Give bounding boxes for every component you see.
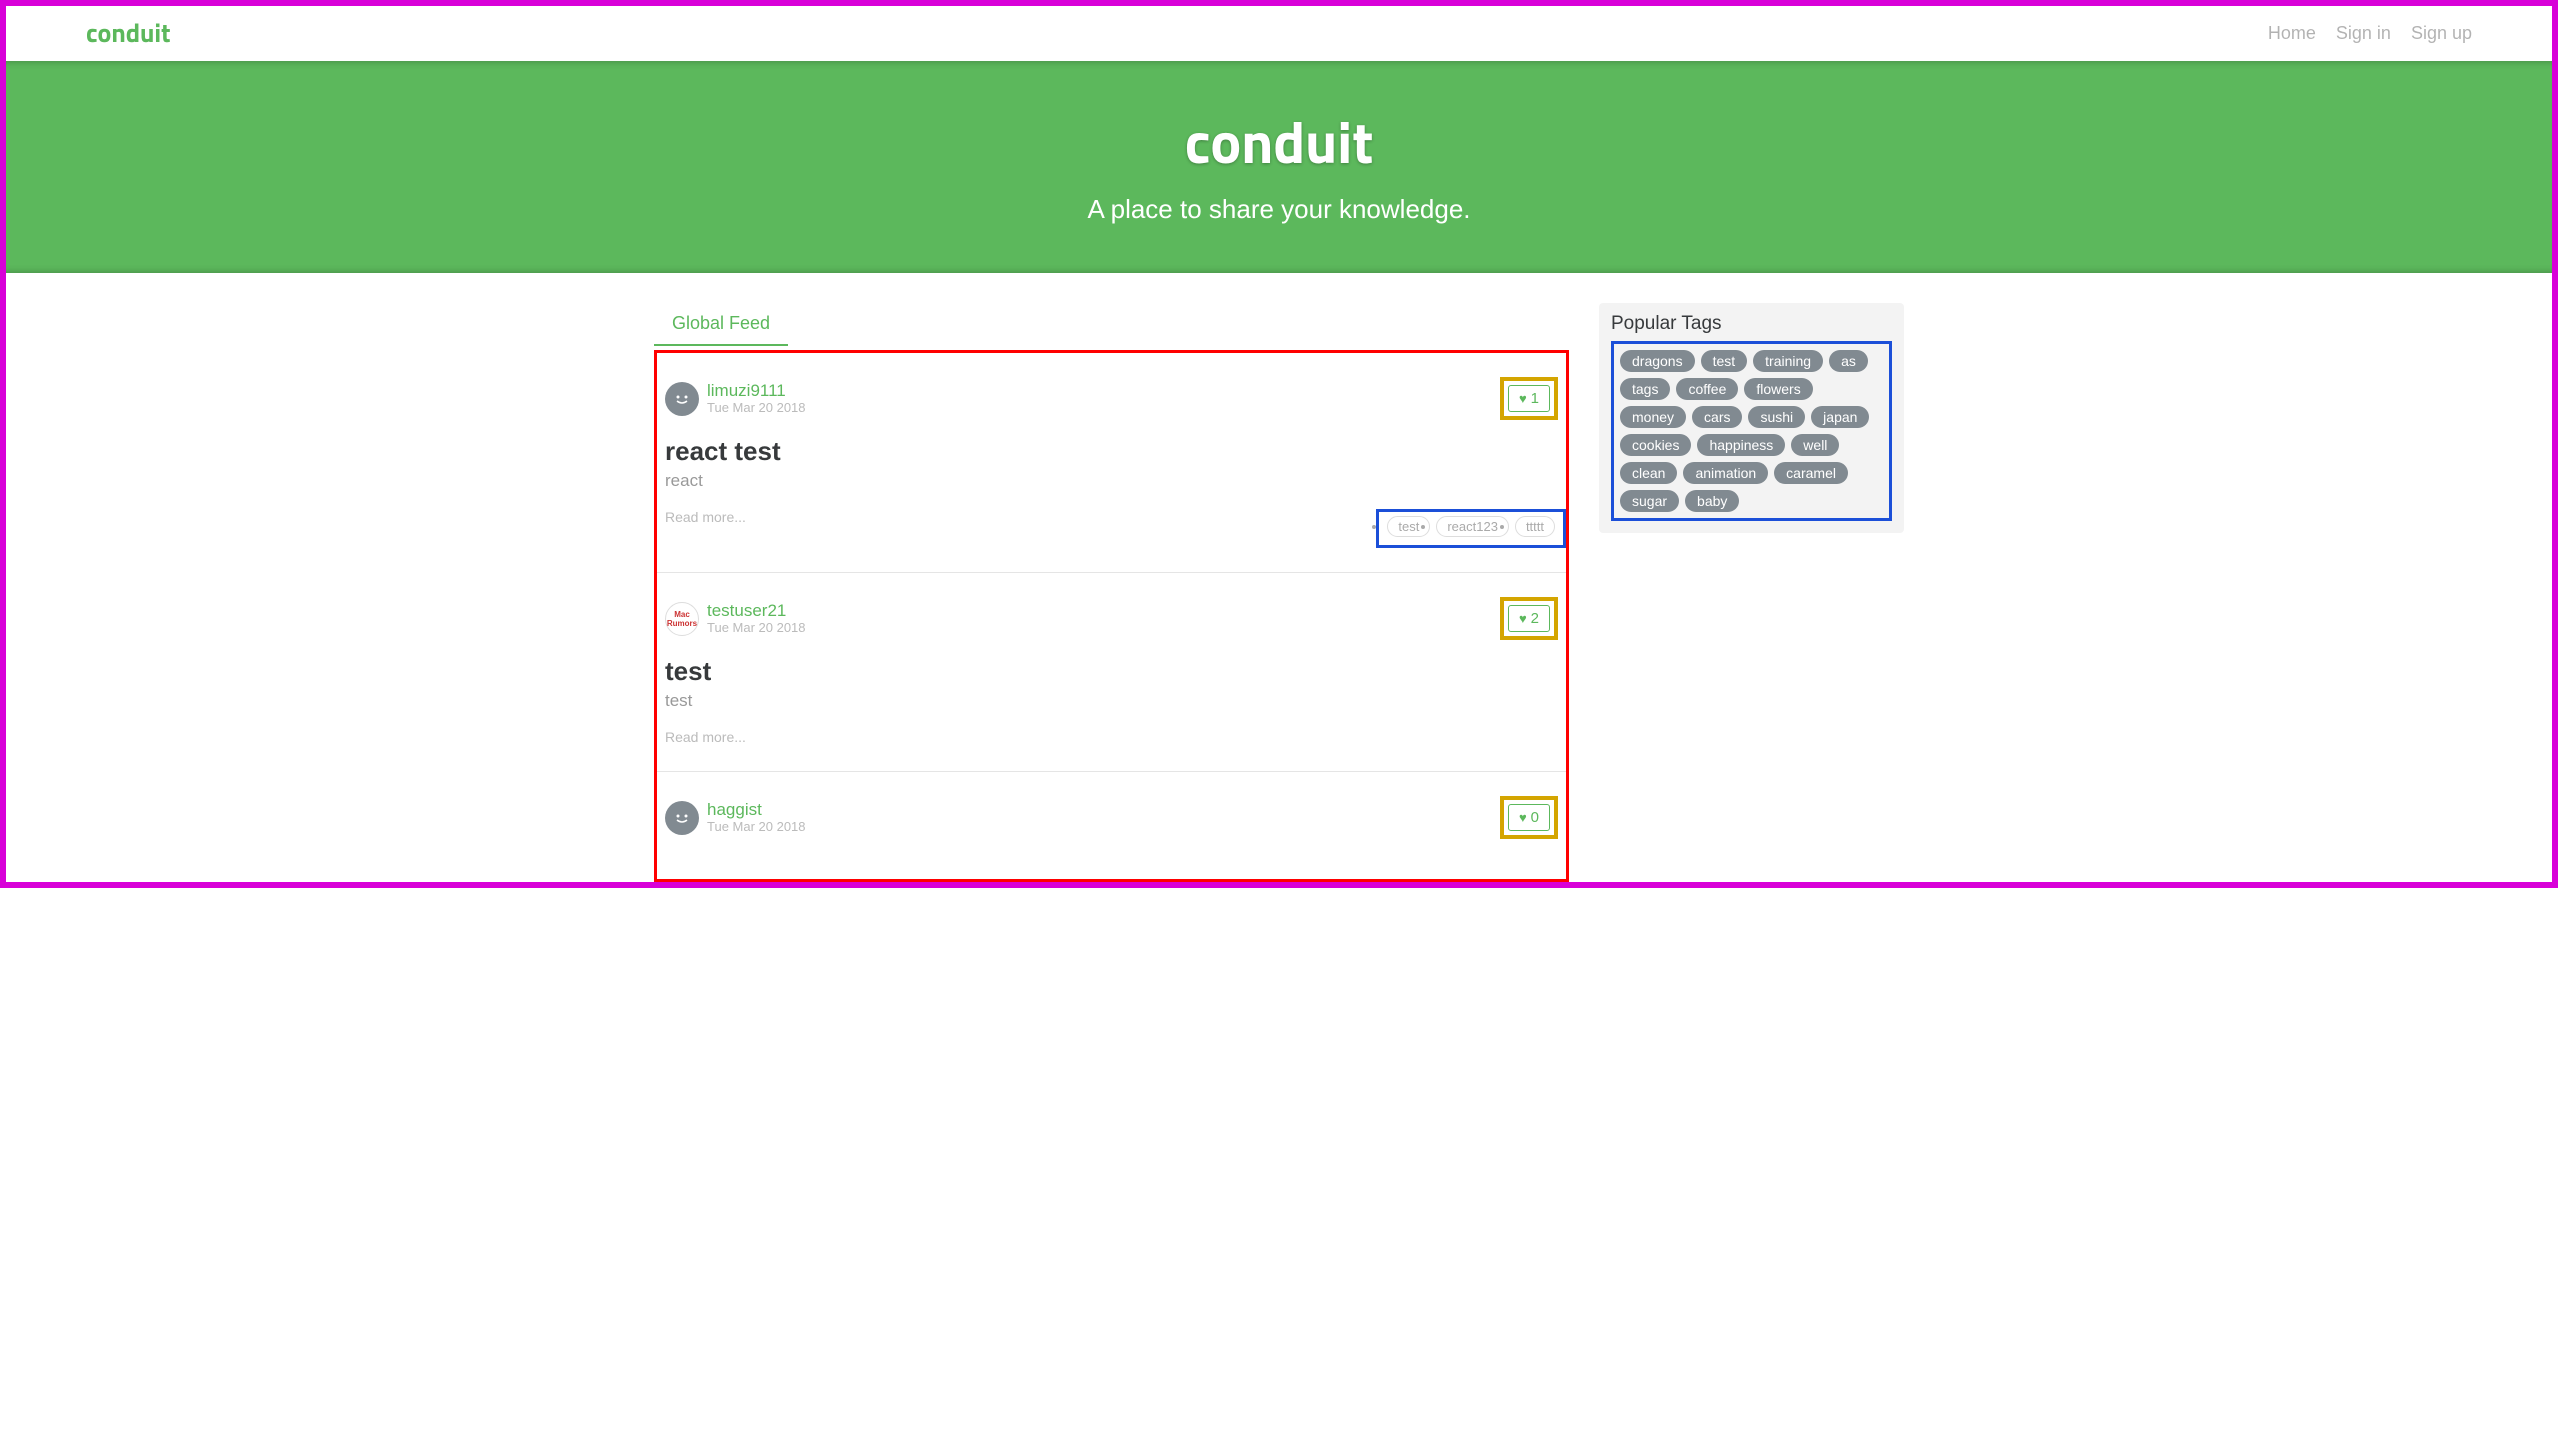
avatar[interactable]: MacRumors <box>665 602 699 636</box>
popular-tag[interactable]: clean <box>1620 462 1677 484</box>
like-button[interactable]: ♥ 0 <box>1508 804 1550 831</box>
popular-tag[interactable]: as <box>1829 350 1868 372</box>
popular-tag[interactable]: sugar <box>1620 490 1679 512</box>
popular-tag[interactable]: dragons <box>1620 350 1695 372</box>
article-preview: MacRumors testuser21 Tue Mar 20 2018 ♥ 2… <box>657 572 1566 771</box>
navbar: conduit Home Sign in Sign up <box>6 6 2552 61</box>
popular-tag[interactable]: money <box>1620 406 1686 428</box>
nav-signin[interactable]: Sign in <box>2336 23 2391 43</box>
avatar[interactable] <box>665 801 699 835</box>
article-title[interactable]: react test <box>665 436 1566 467</box>
like-highlight: ♥ 1 <box>1500 377 1558 420</box>
article-tags-highlight: test react123 ttttt <box>1376 509 1566 548</box>
article-description: react <box>665 471 1566 491</box>
popular-tag[interactable]: sushi <box>1748 406 1805 428</box>
nav-links: Home Sign in Sign up <box>2268 23 2472 44</box>
popular-tag[interactable]: caramel <box>1774 462 1848 484</box>
article-tag[interactable]: ttttt <box>1515 516 1555 537</box>
article-list: limuzi9111 Tue Mar 20 2018 ♥ 1 react tes… <box>654 350 1569 882</box>
article-author[interactable]: testuser21 <box>707 602 806 621</box>
article-description: test <box>665 691 1566 711</box>
tab-global-feed[interactable]: Global Feed <box>654 303 788 346</box>
avatar[interactable] <box>665 382 699 416</box>
heart-icon: ♥ <box>1519 611 1527 626</box>
smiley-icon <box>672 389 692 409</box>
popular-tag[interactable]: coffee <box>1676 378 1738 400</box>
banner: conduit A place to share your knowledge. <box>6 61 2552 273</box>
sidebar: Popular Tags dragonstesttrainingastagsco… <box>1599 303 1904 533</box>
popular-tag[interactable]: animation <box>1683 462 1768 484</box>
article-preview: limuzi9111 Tue Mar 20 2018 ♥ 1 react tes… <box>657 353 1566 572</box>
brand-logo[interactable]: conduit <box>86 14 171 53</box>
nav-home[interactable]: Home <box>2268 23 2316 43</box>
article-title[interactable]: test <box>665 656 1566 687</box>
read-more-link[interactable]: Read more... <box>665 509 746 525</box>
article-author[interactable]: haggist <box>707 801 806 820</box>
popular-tag[interactable]: tags <box>1620 378 1670 400</box>
popular-tag[interactable]: cookies <box>1620 434 1691 456</box>
banner-title: conduit <box>6 97 2552 186</box>
article-preview: haggist Tue Mar 20 2018 ♥ 0 <box>657 771 1566 879</box>
popular-tags-highlight: dragons testtraining as tags coffee flowers mo… <box>1611 341 1892 521</box>
feed-toggle: Global Feed <box>654 303 1569 347</box>
heart-icon: ♥ <box>1519 810 1527 825</box>
like-button[interactable]: ♥ 1 <box>1508 385 1550 412</box>
read-more-link[interactable]: Read more... <box>665 729 746 745</box>
article-date: Tue Mar 20 2018 <box>707 401 806 415</box>
popular-tag[interactable]: baby <box>1685 490 1739 512</box>
like-count: 0 <box>1531 809 1539 826</box>
article-date: Tue Mar 20 2018 <box>707 820 806 834</box>
popular-tag[interactable]: training <box>1753 350 1823 372</box>
popular-tag[interactable]: flowers <box>1744 378 1812 400</box>
like-highlight: ♥ 0 <box>1500 796 1558 839</box>
popular-tag[interactable]: well <box>1791 434 1839 456</box>
popular-tags-list: dragons testtraining as tags coffee flowers mo… <box>1620 350 1883 512</box>
like-button[interactable]: ♥ 2 <box>1508 605 1550 632</box>
nav-signup[interactable]: Sign up <box>2411 23 2472 43</box>
popular-tag[interactable]: test <box>1701 350 1748 372</box>
article-date: Tue Mar 20 2018 <box>707 621 806 635</box>
smiley-icon <box>672 808 692 828</box>
banner-subtitle: A place to share your knowledge. <box>6 194 2552 225</box>
article-author[interactable]: limuzi9111 <box>707 382 806 401</box>
like-count: 2 <box>1531 610 1539 627</box>
popular-tags-title: Popular Tags <box>1611 313 1892 335</box>
popular-tag[interactable]: japan <box>1811 406 1869 428</box>
heart-icon: ♥ <box>1519 391 1527 406</box>
article-tag-list: test react123 ttttt <box>1387 516 1555 537</box>
popular-tag[interactable]: cars <box>1692 406 1742 428</box>
like-count: 1 <box>1531 390 1539 407</box>
popular-tag[interactable]: happiness <box>1697 434 1785 456</box>
like-highlight: ♥ 2 <box>1500 597 1558 640</box>
